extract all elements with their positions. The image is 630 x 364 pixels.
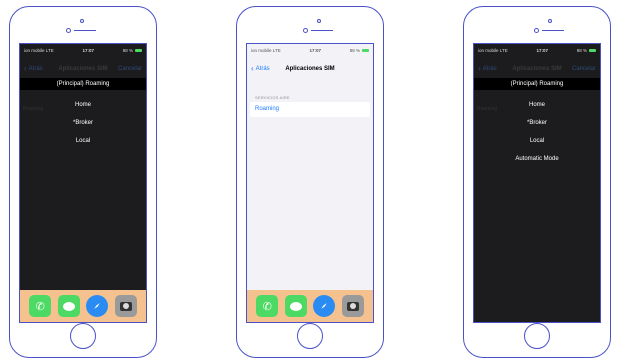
messages-icon[interactable] [284, 295, 307, 317]
status-time: 17:07 [309, 47, 321, 53]
speaker-dot [317, 19, 321, 23]
page-title: Aplicaciones SIM [58, 66, 108, 72]
carrier-label: ion mobile LTE [24, 47, 54, 53]
camera-icon[interactable] [341, 295, 364, 317]
option-local[interactable]: Local [20, 132, 146, 150]
status-bar: ion mobile LTE 17:07 88 % [20, 44, 146, 56]
battery-icon [134, 48, 142, 52]
carrier-label: ion mobile LTE [478, 47, 508, 53]
phone-icon[interactable]: ✆ [256, 295, 279, 317]
front-camera [534, 28, 539, 33]
picker-header: (Principal) Roaming [474, 78, 600, 90]
option-local[interactable]: Local [474, 132, 600, 150]
phone-icon[interactable]: ✆ [29, 295, 52, 317]
speaker-dot [548, 19, 552, 23]
option-broker[interactable]: *Broker [474, 114, 600, 132]
home-button[interactable] [524, 323, 550, 349]
picker-options: Home *Broker Local [20, 96, 146, 150]
speaker-dot [80, 19, 84, 23]
section-header: SERVICIOS AIRE [255, 95, 290, 100]
nav-bar: ‹ Atrás Aplicaciones SIM Cancelar [474, 62, 600, 76]
screen-picker: ion mobile LTE 17:07 88 % ‹ Atrás Aplica… [19, 43, 147, 323]
phone-frame-2: ion mobile LTE 17:07 88 % ‹ Atrás Aplica… [236, 6, 384, 358]
messages-icon[interactable] [57, 295, 80, 317]
picker-header: (Principal) Roaming [20, 78, 146, 90]
battery-percent: 88 % [576, 47, 587, 53]
screen-picker-automatic: ion mobile LTE 17:07 88 % ‹ Atrás Aplica… [473, 43, 601, 323]
screen-sim-apps: ion mobile LTE 17:07 88 % ‹ Atrás Aplica… [246, 43, 374, 323]
speaker-grille [74, 30, 96, 31]
camera-icon[interactable] [114, 295, 137, 317]
nav-bar: ‹ Atrás Aplicaciones SIM [247, 62, 373, 76]
phone-frame-1: ion mobile LTE 17:07 88 % ‹ Atrás Aplica… [9, 6, 157, 358]
battery-percent: 88 % [122, 47, 133, 53]
phone-frame-3: ion mobile LTE 17:07 88 % ‹ Atrás Aplica… [463, 6, 611, 358]
roaming-cell[interactable]: Roaming [250, 102, 370, 117]
safari-icon[interactable] [86, 295, 109, 317]
front-camera [66, 28, 71, 33]
page-title: Aplicaciones SIM [285, 66, 335, 72]
home-button[interactable] [70, 323, 96, 349]
speaker-grille [311, 30, 333, 31]
option-broker[interactable]: *Broker [20, 114, 146, 132]
nav-bar: ‹ Atrás Aplicaciones SIM Cancelar [20, 62, 146, 76]
status-time: 17:07 [536, 47, 548, 53]
home-button[interactable] [297, 323, 323, 349]
front-camera [303, 28, 308, 33]
battery-icon [361, 48, 369, 52]
speaker-grille [542, 30, 564, 31]
option-automatic-mode[interactable]: Automatic Mode [474, 150, 600, 168]
dock: ✆ [20, 290, 146, 322]
battery-icon [588, 48, 596, 52]
picker-options: Home *Broker Local Automatic Mode [474, 96, 600, 168]
status-bar: ion mobile LTE 17:07 88 % [247, 44, 373, 56]
option-home[interactable]: Home [474, 96, 600, 114]
page-title: Aplicaciones SIM [512, 66, 562, 72]
battery-percent: 88 % [349, 47, 360, 53]
carrier-label: ion mobile LTE [251, 47, 281, 53]
safari-icon[interactable] [313, 295, 336, 317]
status-bar: ion mobile LTE 17:07 88 % [474, 44, 600, 56]
option-home[interactable]: Home [20, 96, 146, 114]
dock: ✆ [247, 290, 373, 322]
status-time: 17:07 [82, 47, 94, 53]
